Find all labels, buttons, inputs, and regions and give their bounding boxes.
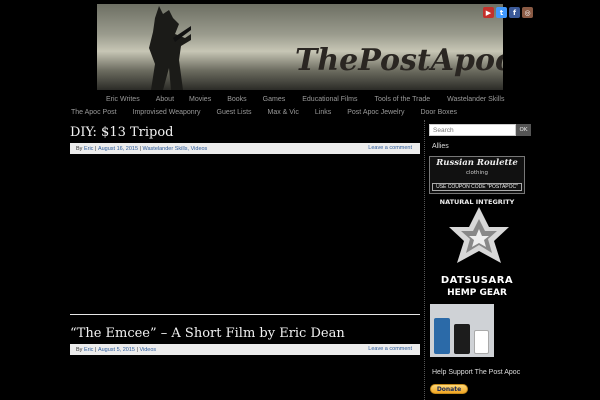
search-button[interactable]: OK: [516, 124, 531, 136]
rr-subtitle: clothing: [465, 170, 489, 176]
post-by: By: [76, 346, 83, 353]
leave-comment-link[interactable]: Leave a comment: [368, 145, 412, 151]
support-heading: Help Support The Post Apoc: [432, 369, 521, 376]
rr-coupon: USE COUPON CODE "POSTAPOC": [432, 183, 522, 191]
column-separator: [424, 120, 425, 400]
nav-item-post-apoc-jewelry[interactable]: Post Apoc Jewelry: [347, 109, 404, 116]
post-1: DIY: $13 Tripod By Eric | August 16, 201…: [70, 125, 420, 315]
post-video-area[interactable]: [70, 154, 420, 314]
svg-text:ThePostApoc.com: ThePostApoc.com: [295, 43, 503, 78]
nav-item-the-apoc-post[interactable]: The Apoc Post: [71, 109, 117, 116]
post-meta: By Eric | August 16, 2015 | Wastelander …: [70, 143, 420, 154]
bottle-icon: [454, 324, 470, 354]
post-category-link[interactable]: Wastelander Skills, Videos: [143, 146, 208, 152]
post-meta: By Eric | August 5, 2015 | Videos Leave …: [70, 344, 420, 355]
natural-integrity-label: NATURAL INTEGRITY: [439, 198, 515, 206]
post-divider: [70, 314, 420, 315]
post-title[interactable]: “The Emcee” – A Short Film by Eric Dean: [70, 326, 420, 341]
datsusara-ad[interactable]: NATURAL INTEGRITY DATSUSARA HEMP GEAR: [429, 197, 525, 302]
nav-item-tools-of-the-trade[interactable]: Tools of the Trade: [374, 96, 430, 103]
twitter-icon[interactable]: t: [496, 7, 507, 18]
allies-heading: Allies: [432, 143, 449, 150]
leave-comment-link[interactable]: Leave a comment: [368, 346, 412, 352]
soldier-silhouette-icon: [149, 6, 191, 90]
nav-item-about[interactable]: About: [156, 96, 174, 103]
post-category-link[interactable]: Videos: [139, 347, 156, 353]
post-author-link[interactable]: Eric: [84, 146, 93, 152]
nav-item-improvised-weaponry[interactable]: Improvised Weaponry: [133, 109, 201, 116]
nav-item-eric-writes[interactable]: Eric Writes: [106, 96, 140, 103]
nav-item-door-boxes[interactable]: Door Boxes: [420, 109, 457, 116]
nav-row-1: Eric Writes About Movies Books Games Educatio…: [106, 96, 504, 103]
site-logo[interactable]: ThePostApoc.com: [293, 34, 503, 80]
post-author-link[interactable]: Eric: [84, 347, 93, 353]
post-title[interactable]: DIY: $13 Tripod: [70, 125, 420, 140]
rr-title: Russian Roulette: [436, 158, 518, 168]
nav-item-max-vic[interactable]: Max & Vic: [268, 109, 299, 116]
header-banner[interactable]: ThePostApoc.com: [97, 4, 503, 90]
bottle-icon: [474, 330, 489, 354]
nav-row-2: The Apoc Post Improvised Weaponry Guest Li…: [71, 109, 457, 116]
bottle-icon: [434, 318, 450, 354]
nav-item-wastelander-skills[interactable]: Wastelander Skills: [447, 96, 504, 103]
facebook-icon[interactable]: f: [509, 7, 520, 18]
instagram-icon[interactable]: ◎: [522, 7, 533, 18]
post-date-link[interactable]: August 16, 2015: [98, 146, 138, 152]
nav-item-educational-films[interactable]: Educational Films: [302, 96, 357, 103]
post-by: By: [76, 145, 83, 152]
donate-button[interactable]: Donate: [430, 384, 468, 394]
hemp-gear-label: HEMP GEAR: [447, 288, 507, 298]
nav-item-games[interactable]: Games: [263, 96, 286, 103]
main-content: DIY: $13 Tripod By Eric | August 16, 201…: [70, 125, 420, 355]
supplement-ad[interactable]: [430, 304, 494, 357]
nav-item-guest-lists[interactable]: Guest Lists: [217, 109, 252, 116]
social-icons: ▶ t f ◎: [483, 7, 533, 18]
russian-roulette-ad[interactable]: Russian Roulette clothing USE COUPON COD…: [429, 156, 525, 194]
nav-item-movies[interactable]: Movies: [189, 96, 211, 103]
post-2: “The Emcee” – A Short Film by Eric Dean …: [70, 326, 420, 355]
star-logo-icon: [449, 207, 509, 263]
datsusara-name: DATSUSARA: [440, 275, 514, 286]
post-date-link[interactable]: August 5, 2015: [98, 347, 135, 353]
youtube-icon[interactable]: ▶: [483, 7, 494, 18]
nav-item-links[interactable]: Links: [315, 109, 331, 116]
search-input[interactable]: [429, 124, 516, 136]
nav-item-books[interactable]: Books: [227, 96, 246, 103]
